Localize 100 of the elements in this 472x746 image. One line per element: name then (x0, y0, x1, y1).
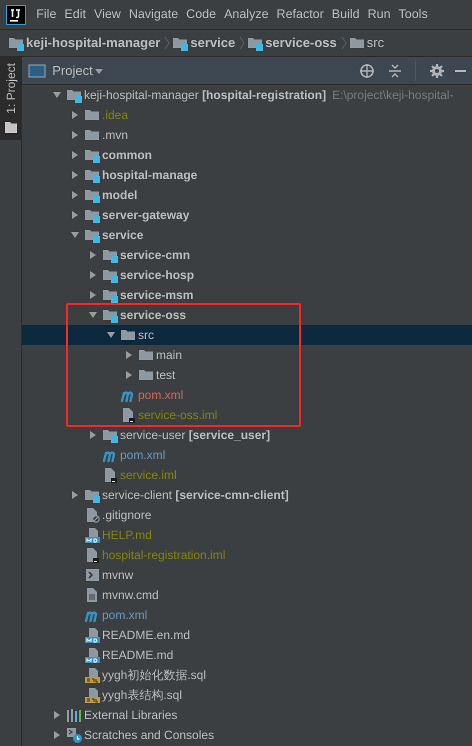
tree-row[interactable]: mvnw (22, 565, 472, 585)
module-folder-icon (8, 35, 24, 51)
module-file-icon (102, 467, 118, 483)
expanded-arrow-icon[interactable] (88, 310, 98, 320)
tree-item-label: pom.xml (138, 387, 184, 404)
module-folder-icon (84, 207, 100, 223)
breadcrumb-item[interactable]: keji-hospital-manager (24, 33, 162, 53)
tree-row[interactable]: External Libraries (22, 705, 472, 725)
collapsed-arrow-icon[interactable] (88, 430, 98, 440)
tree-item-label: main (156, 347, 182, 364)
tree-row[interactable]: service-client [service-cmn-client] (22, 485, 472, 505)
tree-row[interactable]: service-cmn (22, 245, 472, 265)
tree-item-label: README.md (102, 647, 174, 664)
tree-item-label: server-gateway (102, 207, 190, 224)
expanded-arrow-icon[interactable] (70, 230, 80, 240)
expanded-arrow-icon[interactable] (52, 90, 62, 100)
tree-item-label: yygh初始化数据.sql (102, 667, 206, 684)
collapsed-arrow-icon[interactable] (88, 290, 98, 300)
folder-icon (84, 107, 100, 123)
module-folder-icon (66, 87, 82, 103)
side-tab[interactable]: 1: Project (0, 57, 22, 140)
tree-row[interactable]: service-hosp (22, 265, 472, 285)
tree-item-label: .idea (102, 107, 128, 124)
collapse-all-icon[interactable] (387, 62, 404, 78)
tree-row[interactable]: .gitignore (22, 505, 472, 525)
collapsed-arrow-icon[interactable] (124, 350, 134, 360)
menu-item[interactable]: Navigate (124, 5, 182, 24)
tree-item-label: test (156, 367, 176, 384)
tree-item-label: service.iml (120, 467, 177, 484)
tree-item-label: service-oss.iml (138, 407, 218, 424)
tree-item-label: src (138, 327, 154, 344)
tree-row[interactable]: README.md (22, 645, 472, 665)
tree-row[interactable]: README.en.md (22, 625, 472, 645)
collapsed-arrow-icon[interactable] (70, 170, 80, 180)
breadcrumb-item[interactable]: service-oss (263, 33, 339, 53)
menu-item[interactable]: View (90, 5, 125, 24)
collapsed-arrow-icon[interactable] (70, 490, 80, 500)
menu-item[interactable]: Tools (394, 5, 432, 24)
collapsed-arrow-icon[interactable] (70, 190, 80, 200)
file-path: E:\project\keji-hospital- (332, 87, 454, 104)
menu-item[interactable]: Run (364, 5, 395, 24)
collapsed-arrow-icon[interactable] (88, 250, 98, 260)
tree-row[interactable]: mvnw.cmd (22, 585, 472, 605)
tree-item-label: External Libraries (84, 707, 178, 724)
tree-item-label: Scratches and Consoles (84, 727, 214, 744)
panel-title[interactable]: Project (52, 60, 93, 80)
module-folder-icon (84, 187, 100, 203)
module-file-icon (120, 407, 136, 423)
tree-row[interactable]: pom.xml (22, 605, 472, 625)
tree-row[interactable]: server-gateway (22, 205, 472, 225)
menu-item[interactable]: File (32, 5, 60, 24)
module-folder-icon (102, 287, 118, 303)
collapsed-arrow-icon[interactable] (70, 210, 80, 220)
tree-item-label: common (102, 147, 152, 164)
module-folder-icon (102, 247, 118, 263)
collapsed-arrow-icon[interactable] (52, 730, 62, 740)
tree-row[interactable]: yygh表结构.sql (22, 685, 472, 705)
menu-item[interactable]: Build (328, 5, 364, 24)
settings-icon[interactable] (428, 62, 445, 78)
tree-item-label: hospital-manage (102, 167, 198, 184)
tree-item-label: service-hosp (120, 267, 194, 284)
tree-row[interactable]: Scratches and Consoles (22, 725, 472, 745)
tree-item-label: keji-hospital-manager [hospital-registration] (84, 87, 326, 104)
breadcrumb-item[interactable]: src (364, 33, 386, 53)
collapsed-arrow-icon[interactable] (88, 270, 98, 280)
tree-row[interactable]: common (22, 145, 472, 165)
breadcrumb-item[interactable]: service (188, 33, 238, 53)
collapsed-arrow-icon[interactable] (124, 370, 134, 380)
module-file-icon (84, 547, 100, 563)
tree-row[interactable]: src (22, 325, 472, 345)
module-folder-icon (247, 35, 264, 51)
expanded-arrow-icon[interactable] (106, 330, 116, 340)
collapsed-arrow-icon[interactable] (70, 110, 80, 120)
folder-icon (348, 35, 365, 51)
tree-row[interactable]: test (22, 365, 472, 385)
menu-item[interactable]: Code (182, 5, 220, 24)
tree-row[interactable]: main (22, 345, 472, 365)
locate-icon[interactable] (358, 62, 375, 78)
tree-row[interactable]: pom.xml (22, 445, 472, 465)
module-folder-icon (84, 487, 100, 503)
tree-row[interactable]: service-msm (22, 285, 472, 305)
tree-row[interactable]: service-oss (22, 305, 472, 325)
tree-row[interactable]: hospital-manage (22, 165, 472, 185)
tree-row[interactable]: service (22, 225, 472, 245)
menu-item[interactable]: Analyze (220, 5, 273, 24)
tree-row[interactable]: model (22, 185, 472, 205)
tree-row[interactable]: keji-hospital-manager [hospital-registration] E:\project\keji-hospital- (22, 85, 472, 105)
module-folder-icon (84, 167, 100, 183)
collapsed-arrow-icon[interactable] (70, 130, 80, 140)
tree-row[interactable]: service-user [service_user] (22, 425, 472, 445)
tree-row[interactable]: yygh初始化数据.sql (22, 665, 472, 685)
menu-item[interactable]: Refactor (272, 5, 328, 24)
collapsed-arrow-icon[interactable] (70, 150, 80, 160)
folder-icon (138, 367, 154, 383)
markdown-file-icon (84, 647, 100, 663)
tree-row[interactable]: .mvn (22, 125, 472, 145)
collapsed-arrow-icon[interactable] (52, 710, 62, 720)
menu-item[interactable]: Edit (60, 5, 90, 24)
tree-item-label: README.en.md (102, 627, 190, 644)
tree-row[interactable]: pom.xml (22, 385, 472, 405)
